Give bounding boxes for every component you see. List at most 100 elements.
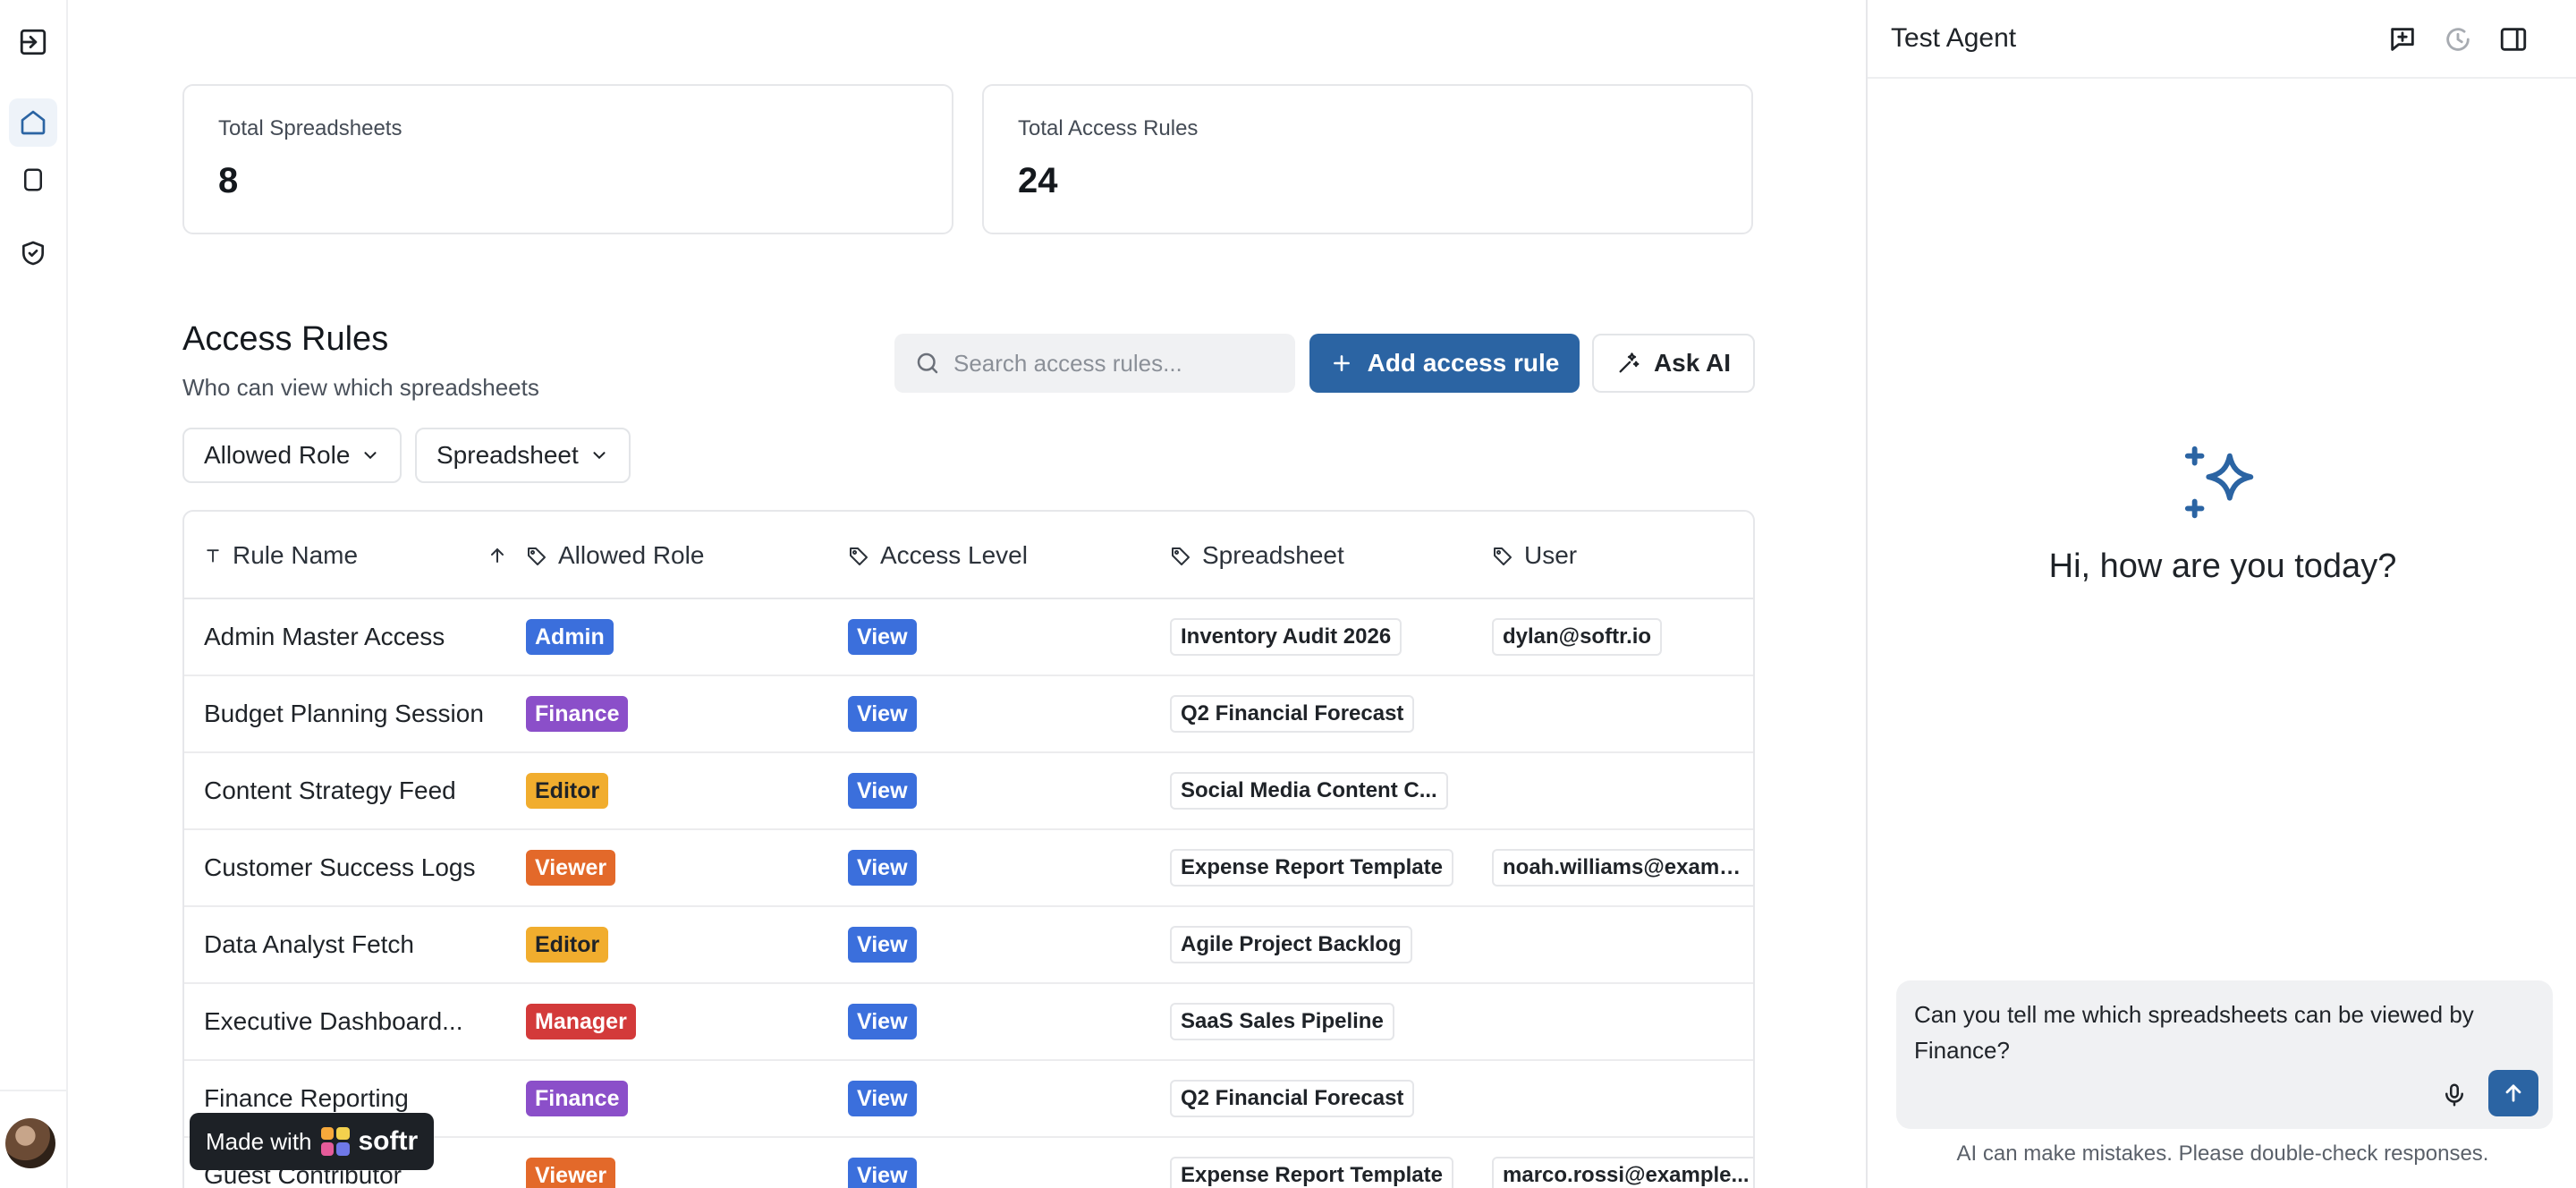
table-row[interactable]: Budget Planning Session Finance View Q2 Fin… — [184, 676, 1753, 753]
filter-allowed-role[interactable]: Allowed Role — [182, 428, 402, 483]
column-header-user[interactable]: User — [1492, 512, 1577, 599]
access-level-badge: View — [848, 773, 917, 809]
nav-pages[interactable] — [9, 156, 57, 204]
role-badge: Manager — [526, 1004, 636, 1040]
add-access-rule-button[interactable]: Add access rule — [1309, 334, 1580, 393]
made-with-softr-badge[interactable]: Made with softr — [190, 1113, 435, 1170]
microphone-icon — [2445, 1083, 2463, 1107]
message-input[interactable]: Can you tell me which spreadsheets can b… — [1914, 997, 2540, 1068]
new-chat-button[interactable] — [2383, 20, 2422, 59]
plus-icon — [1333, 355, 1350, 371]
rule-name-cell: Executive Dashboard... — [204, 1007, 463, 1035]
rule-name-cell: Data Analyst Fetch — [204, 930, 415, 958]
table-row[interactable]: Data Analyst Fetch Editor View Agile Projec… — [184, 907, 1753, 984]
search-input[interactable] — [953, 349, 1293, 378]
rail-divider — [0, 1090, 68, 1091]
spreadsheet-chip[interactable]: Inventory Audit 2026 — [1170, 618, 1402, 656]
message-composer[interactable]: Can you tell me which spreadsheets can b… — [1896, 980, 2553, 1129]
voice-input-button[interactable] — [2436, 1077, 2472, 1113]
greeting-text: Hi, how are you today? — [2048, 547, 2397, 585]
access-level-cell: View — [848, 753, 917, 828]
role-badge: Finance — [526, 696, 629, 732]
allowed-role-cell: Admin — [526, 599, 614, 675]
stat-value: 8 — [218, 161, 239, 200]
magic-wand-icon — [1619, 352, 1640, 373]
table-body: Admin Master Access Admin View Inventory Au… — [184, 599, 1753, 1188]
user-cell: marco.rossi@example... — [1492, 1138, 1753, 1188]
expand-sidebar-button[interactable] — [9, 18, 57, 66]
role-badge: Finance — [526, 1081, 629, 1116]
nav-access[interactable] — [9, 229, 57, 277]
role-badge: Editor — [526, 773, 609, 809]
access-level-badge: View — [848, 927, 917, 963]
allowed-role-cell: Editor — [526, 907, 609, 982]
sort-asc-icon[interactable] — [487, 545, 508, 566]
home-icon — [21, 110, 46, 135]
user-chip[interactable]: noah.williams@exampl... — [1492, 849, 1753, 887]
toggle-panel-button[interactable] — [2494, 20, 2533, 59]
stat-label: Total Access Rules — [1018, 116, 1199, 140]
column-header-spreadsheet[interactable]: Spreadsheet — [1170, 512, 1344, 599]
table-row[interactable]: Content Strategy Feed Editor View Social Me… — [184, 753, 1753, 830]
made-with-label: Made with — [206, 1127, 312, 1155]
filter-label: Spreadsheet — [436, 441, 579, 469]
spreadsheet-cell: Expense Report Template — [1170, 1138, 1453, 1188]
spreadsheet-chip[interactable]: SaaS Sales Pipeline — [1170, 1003, 1394, 1040]
ask-ai-button[interactable]: Ask AI — [1592, 334, 1755, 393]
stat-card-spreadsheets: Total Spreadsheets 8 — [182, 84, 953, 234]
access-rules-table: Rule Name Allowed Role Access Level Spre… — [182, 510, 1755, 1188]
table-row[interactable]: Customer Success Logs Viewer View Expense R… — [184, 830, 1753, 907]
column-header-rule-name[interactable]: Rule Name — [204, 512, 508, 599]
text-field-icon — [207, 549, 219, 563]
table-row[interactable]: Admin Master Access Admin View Inventory Au… — [184, 599, 1753, 676]
chevron-down-icon — [364, 452, 377, 460]
column-header-access-level[interactable]: Access Level — [848, 512, 1028, 599]
spreadsheet-chip[interactable]: Social Media Content C... — [1170, 772, 1448, 810]
spreadsheet-chip[interactable]: Q2 Financial Forecast — [1170, 695, 1415, 733]
rule-name-cell: Content Strategy Feed — [204, 776, 456, 804]
filter-spreadsheet[interactable]: Spreadsheet — [415, 428, 631, 483]
softr-logo-icon — [320, 1127, 350, 1156]
spreadsheet-cell: Q2 Financial Forecast — [1170, 676, 1415, 751]
section-title: Access Rules — [182, 320, 389, 358]
access-level-badge: View — [848, 696, 917, 732]
allowed-role-cell: Finance — [526, 676, 629, 751]
spreadsheet-chip[interactable]: Expense Report Template — [1170, 849, 1453, 887]
user-chip[interactable]: dylan@softr.io — [1492, 618, 1663, 656]
panel-title: Test Agent — [1891, 23, 2017, 53]
access-level-cell: View — [848, 1138, 917, 1188]
chevron-down-icon — [593, 452, 606, 460]
send-button[interactable] — [2488, 1070, 2538, 1116]
filter-label: Allowed Role — [204, 441, 351, 469]
spreadsheet-cell: Expense Report Template — [1170, 830, 1453, 905]
spreadsheet-chip[interactable]: Expense Report Template — [1170, 1157, 1453, 1188]
search-box[interactable] — [894, 334, 1295, 393]
table-row[interactable]: Executive Dashboard... Manager View SaaS Sa… — [184, 984, 1753, 1061]
user-chip[interactable]: marco.rossi@example... — [1492, 1157, 1753, 1188]
tag-icon — [1172, 547, 1190, 565]
allowed-role-cell: Viewer — [526, 1138, 616, 1188]
ai-disclaimer: AI can make mistakes. Please double-chec… — [1956, 1141, 2489, 1166]
rule-name-cell: Customer Success Logs — [204, 853, 476, 881]
stat-card-access-rules: Total Access Rules 24 — [982, 84, 1753, 234]
spreadsheet-cell: Social Media Content C... — [1170, 753, 1448, 828]
history-button[interactable] — [2438, 20, 2478, 59]
role-badge: Editor — [526, 927, 609, 963]
add-access-rule-label: Add access rule — [1367, 349, 1560, 377]
main-content: Total Spreadsheets 8 Total Access Rules … — [68, 0, 1866, 1188]
search-icon — [917, 352, 938, 374]
rule-name-cell: Budget Planning Session — [204, 700, 484, 727]
avatar[interactable] — [5, 1118, 55, 1168]
table-header: Rule Name Allowed Role Access Level Spre… — [184, 512, 1753, 599]
access-level-badge: View — [848, 1158, 917, 1188]
brand-name: softr — [358, 1126, 419, 1156]
column-header-allowed-role[interactable]: Allowed Role — [526, 512, 704, 599]
access-level-cell: View — [848, 830, 917, 905]
header-label: Allowed Role — [558, 541, 705, 569]
access-level-badge: View — [848, 619, 917, 655]
nav-home[interactable] — [9, 98, 57, 147]
spreadsheet-chip[interactable]: Q2 Financial Forecast — [1170, 1080, 1415, 1117]
spreadsheet-chip[interactable]: Agile Project Backlog — [1170, 926, 1412, 963]
tag-icon — [1494, 547, 1512, 565]
access-level-cell: View — [848, 676, 917, 751]
